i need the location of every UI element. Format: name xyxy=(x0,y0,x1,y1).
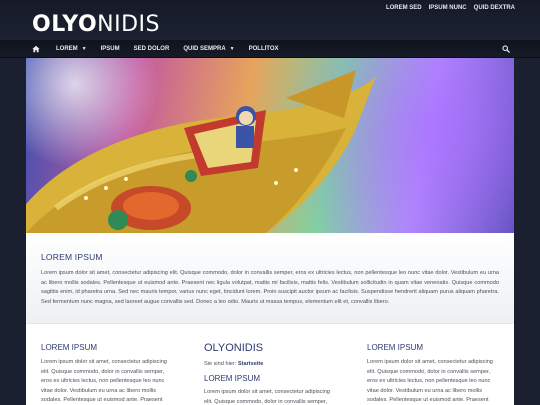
breadcrumb: Sie sind hier: Startseite xyxy=(204,361,334,367)
nav-item-sed-dolor[interactable]: SED DOLOR xyxy=(127,40,177,58)
nav-item-quid-sempra[interactable]: QUID SEMPRA ▼ xyxy=(176,40,241,58)
intro-section: LOREM IPSUM Lorem ipsum dolor sit amet, … xyxy=(26,233,514,323)
nav-home[interactable] xyxy=(32,40,49,58)
breadcrumb-prefix: Sie sind hier: xyxy=(204,361,237,367)
toy-rocket-illustration xyxy=(26,70,376,233)
nav-item-lorem[interactable]: LOREM ▼ xyxy=(49,40,94,58)
left-column-heading: LOREM IPSUM xyxy=(41,343,98,352)
nav-item-label: LOREM xyxy=(56,46,78,52)
intro-text: Lorem ipsum dolor sit amet, consectetur … xyxy=(41,270,499,305)
top-links: LOREM SED IPSUM NUNC QUID DEXTRA xyxy=(386,5,515,11)
nav-item-ipsum[interactable]: IPSUM xyxy=(94,40,127,58)
left-column-text: Lorem ipsum dolor sit amet, consectetur … xyxy=(41,359,167,404)
main-navigation: LOREM ▼ IPSUM SED DOLOR QUID SEMPRA ▼ PO… xyxy=(0,40,540,58)
top-link-lorem-sed[interactable]: LOREM SED xyxy=(386,5,422,11)
top-link-ipsum-nunc[interactable]: IPSUM NUNC xyxy=(429,5,467,11)
intro-heading: LOREM IPSUM xyxy=(41,252,103,262)
hero-image xyxy=(26,58,514,233)
header-bar: OLYONIDIS LOREM SED IPSUM NUNC QUID DEXT… xyxy=(0,0,540,40)
site-logo[interactable]: OLYONIDIS xyxy=(32,14,160,36)
nav-item-label: POLLITOX xyxy=(248,46,279,52)
left-column: LOREM IPSUM Lorem ipsum dolor sit amet, … xyxy=(41,343,171,405)
chevron-down-icon: ▼ xyxy=(229,46,235,52)
middle-column-heading: LOREM IPSUM xyxy=(204,374,261,383)
right-column-text: Lorem ipsum dolor sit amet, consectetur … xyxy=(367,359,493,404)
content-columns: LOREM IPSUM Lorem ipsum dolor sit amet, … xyxy=(26,323,514,405)
nav-item-label: SED DOLOR xyxy=(133,46,170,52)
right-column-heading: LOREM IPSUM xyxy=(367,343,424,352)
top-link-quid-dextra[interactable]: QUID DEXTRA xyxy=(474,5,515,11)
logo-light-text: NIDIS xyxy=(97,12,160,37)
right-column: LOREM IPSUM Lorem ipsum dolor sit amet, … xyxy=(367,343,497,405)
chevron-down-icon: ▼ xyxy=(81,46,87,52)
home-icon xyxy=(32,45,40,53)
nav-item-pollitox[interactable]: POLLITOX xyxy=(242,40,286,58)
site-name: OLYONIDIS xyxy=(204,342,264,354)
search-icon[interactable] xyxy=(502,45,510,53)
nav-item-label: QUID SEMPRA xyxy=(183,46,226,52)
nav-item-label: IPSUM xyxy=(100,46,120,52)
logo-bold-text: OLYO xyxy=(32,12,98,37)
middle-column: OLYONIDIS Sie sind hier: Startseite LORE… xyxy=(204,342,334,405)
breadcrumb-current[interactable]: Startseite xyxy=(238,361,264,367)
middle-column-text: Lorem ipsum dolor sit amet, consectetur … xyxy=(204,389,330,405)
